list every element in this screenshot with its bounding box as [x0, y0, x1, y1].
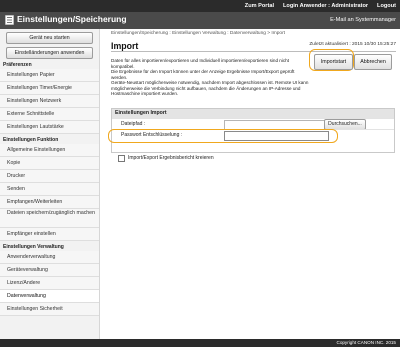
sidebar-item-license-other[interactable]: Lizenz/Andere — [0, 277, 99, 290]
description-line: Die Ergebnisse für den Import können unt… — [111, 69, 295, 80]
sidebar-item-security[interactable]: Einstellungen Sicherheit — [0, 303, 99, 316]
description-line: Daten für alles importieren/exportieren … — [111, 58, 289, 69]
copyright: Copyright CANON INC. 2015 — [336, 340, 397, 345]
sidebar-item-printer[interactable]: Drucker — [0, 170, 99, 183]
app-title: Einstellungen/Speicherung — [17, 14, 127, 24]
settings-app-icon — [5, 15, 14, 25]
sidebar-item-store-access-files[interactable]: Dateien speichern/zugänglich machen — [0, 209, 99, 228]
login-user-label: Login Anwender : Administrator — [283, 3, 369, 9]
description: Daten für alles importieren/exportieren … — [111, 58, 309, 97]
top-bar: Zum Portal Login Anwender : Administrato… — [0, 0, 400, 12]
sidebar-heading-function: Einstellungen Funktion — [3, 137, 59, 143]
sidebar-item-paper[interactable]: Einstellungen Papier — [0, 69, 99, 82]
main-content: Einstellungen/Speicherung : Einstellunge… — [101, 29, 400, 339]
topbar-links: Zum Portal Login Anwender : Administrato… — [245, 0, 396, 12]
apply-settings-button[interactable]: Einstelländerungen anwenden — [6, 47, 93, 59]
portal-link[interactable]: Zum Portal — [245, 3, 274, 9]
sidebar-heading-preferences: Präferenzen — [3, 62, 32, 68]
sidebar: Gerät neu starten Einstelländerungen anw… — [0, 29, 100, 339]
sidebar-item-network[interactable]: Einstellungen Netzwerk — [0, 95, 99, 108]
sidebar-item-user-management[interactable]: Anwenderverwaltung — [0, 251, 99, 264]
sidebar-item-general[interactable]: Allgemeine Einstellungen — [0, 144, 99, 157]
sidebar-item-timer-energy[interactable]: Einstellungen Timer/Energie — [0, 82, 99, 95]
breadcrumb: Einstellungen/Speicherung : Einstellunge… — [111, 31, 285, 36]
sidebar-item-copy[interactable]: Kopie — [0, 157, 99, 170]
create-report-checkbox[interactable] — [118, 154, 125, 162]
logout-link[interactable]: Logout — [377, 3, 396, 9]
sidebar-item-volume[interactable]: Einstellungen Lautstärke — [0, 121, 99, 134]
create-report-option[interactable]: Import/Export Ergebnisbericht kreieren — [118, 154, 214, 162]
restart-device-button[interactable]: Gerät neu starten — [6, 32, 93, 44]
sidebar-item-data-management[interactable]: Datenverwaltung — [0, 290, 99, 303]
sidebar-item-external-interface[interactable]: Externe Schnittstelle — [0, 108, 99, 121]
footer-bar: Copyright CANON INC. 2015 — [0, 339, 400, 347]
create-report-label: Import/Export Ergebnisbericht kreieren — [128, 155, 214, 161]
sidebar-item-set-destination[interactable]: Empfänger einstellen — [0, 228, 99, 241]
last-updated-label: Zuletzt aktualisiert : 2015 10/30 15:25:… — [309, 42, 396, 47]
cancel-button[interactable]: Abbrechen — [354, 54, 392, 70]
sidebar-item-device-management[interactable]: Geräteverwaltung — [0, 264, 99, 277]
import-start-button[interactable]: Importstart — [314, 54, 353, 70]
file-path-label: Dateipfad : — [121, 121, 146, 127]
sidebar-item-send[interactable]: Senden — [0, 183, 99, 196]
sidebar-item-receive-forward[interactable]: Empfangen/Weiterleiten — [0, 196, 99, 209]
import-settings-heading: Einstellungen Import — [112, 109, 394, 118]
page-title: Import — [111, 41, 139, 51]
email-sysadmin-link[interactable]: E-Mail an Systemmanager — [330, 17, 396, 23]
description-line: Geräte-Neustart möglicherweise notwendig… — [111, 80, 309, 96]
password-highlight — [108, 129, 338, 143]
sidebar-heading-management: Einstellungen Verwaltung — [3, 244, 64, 250]
